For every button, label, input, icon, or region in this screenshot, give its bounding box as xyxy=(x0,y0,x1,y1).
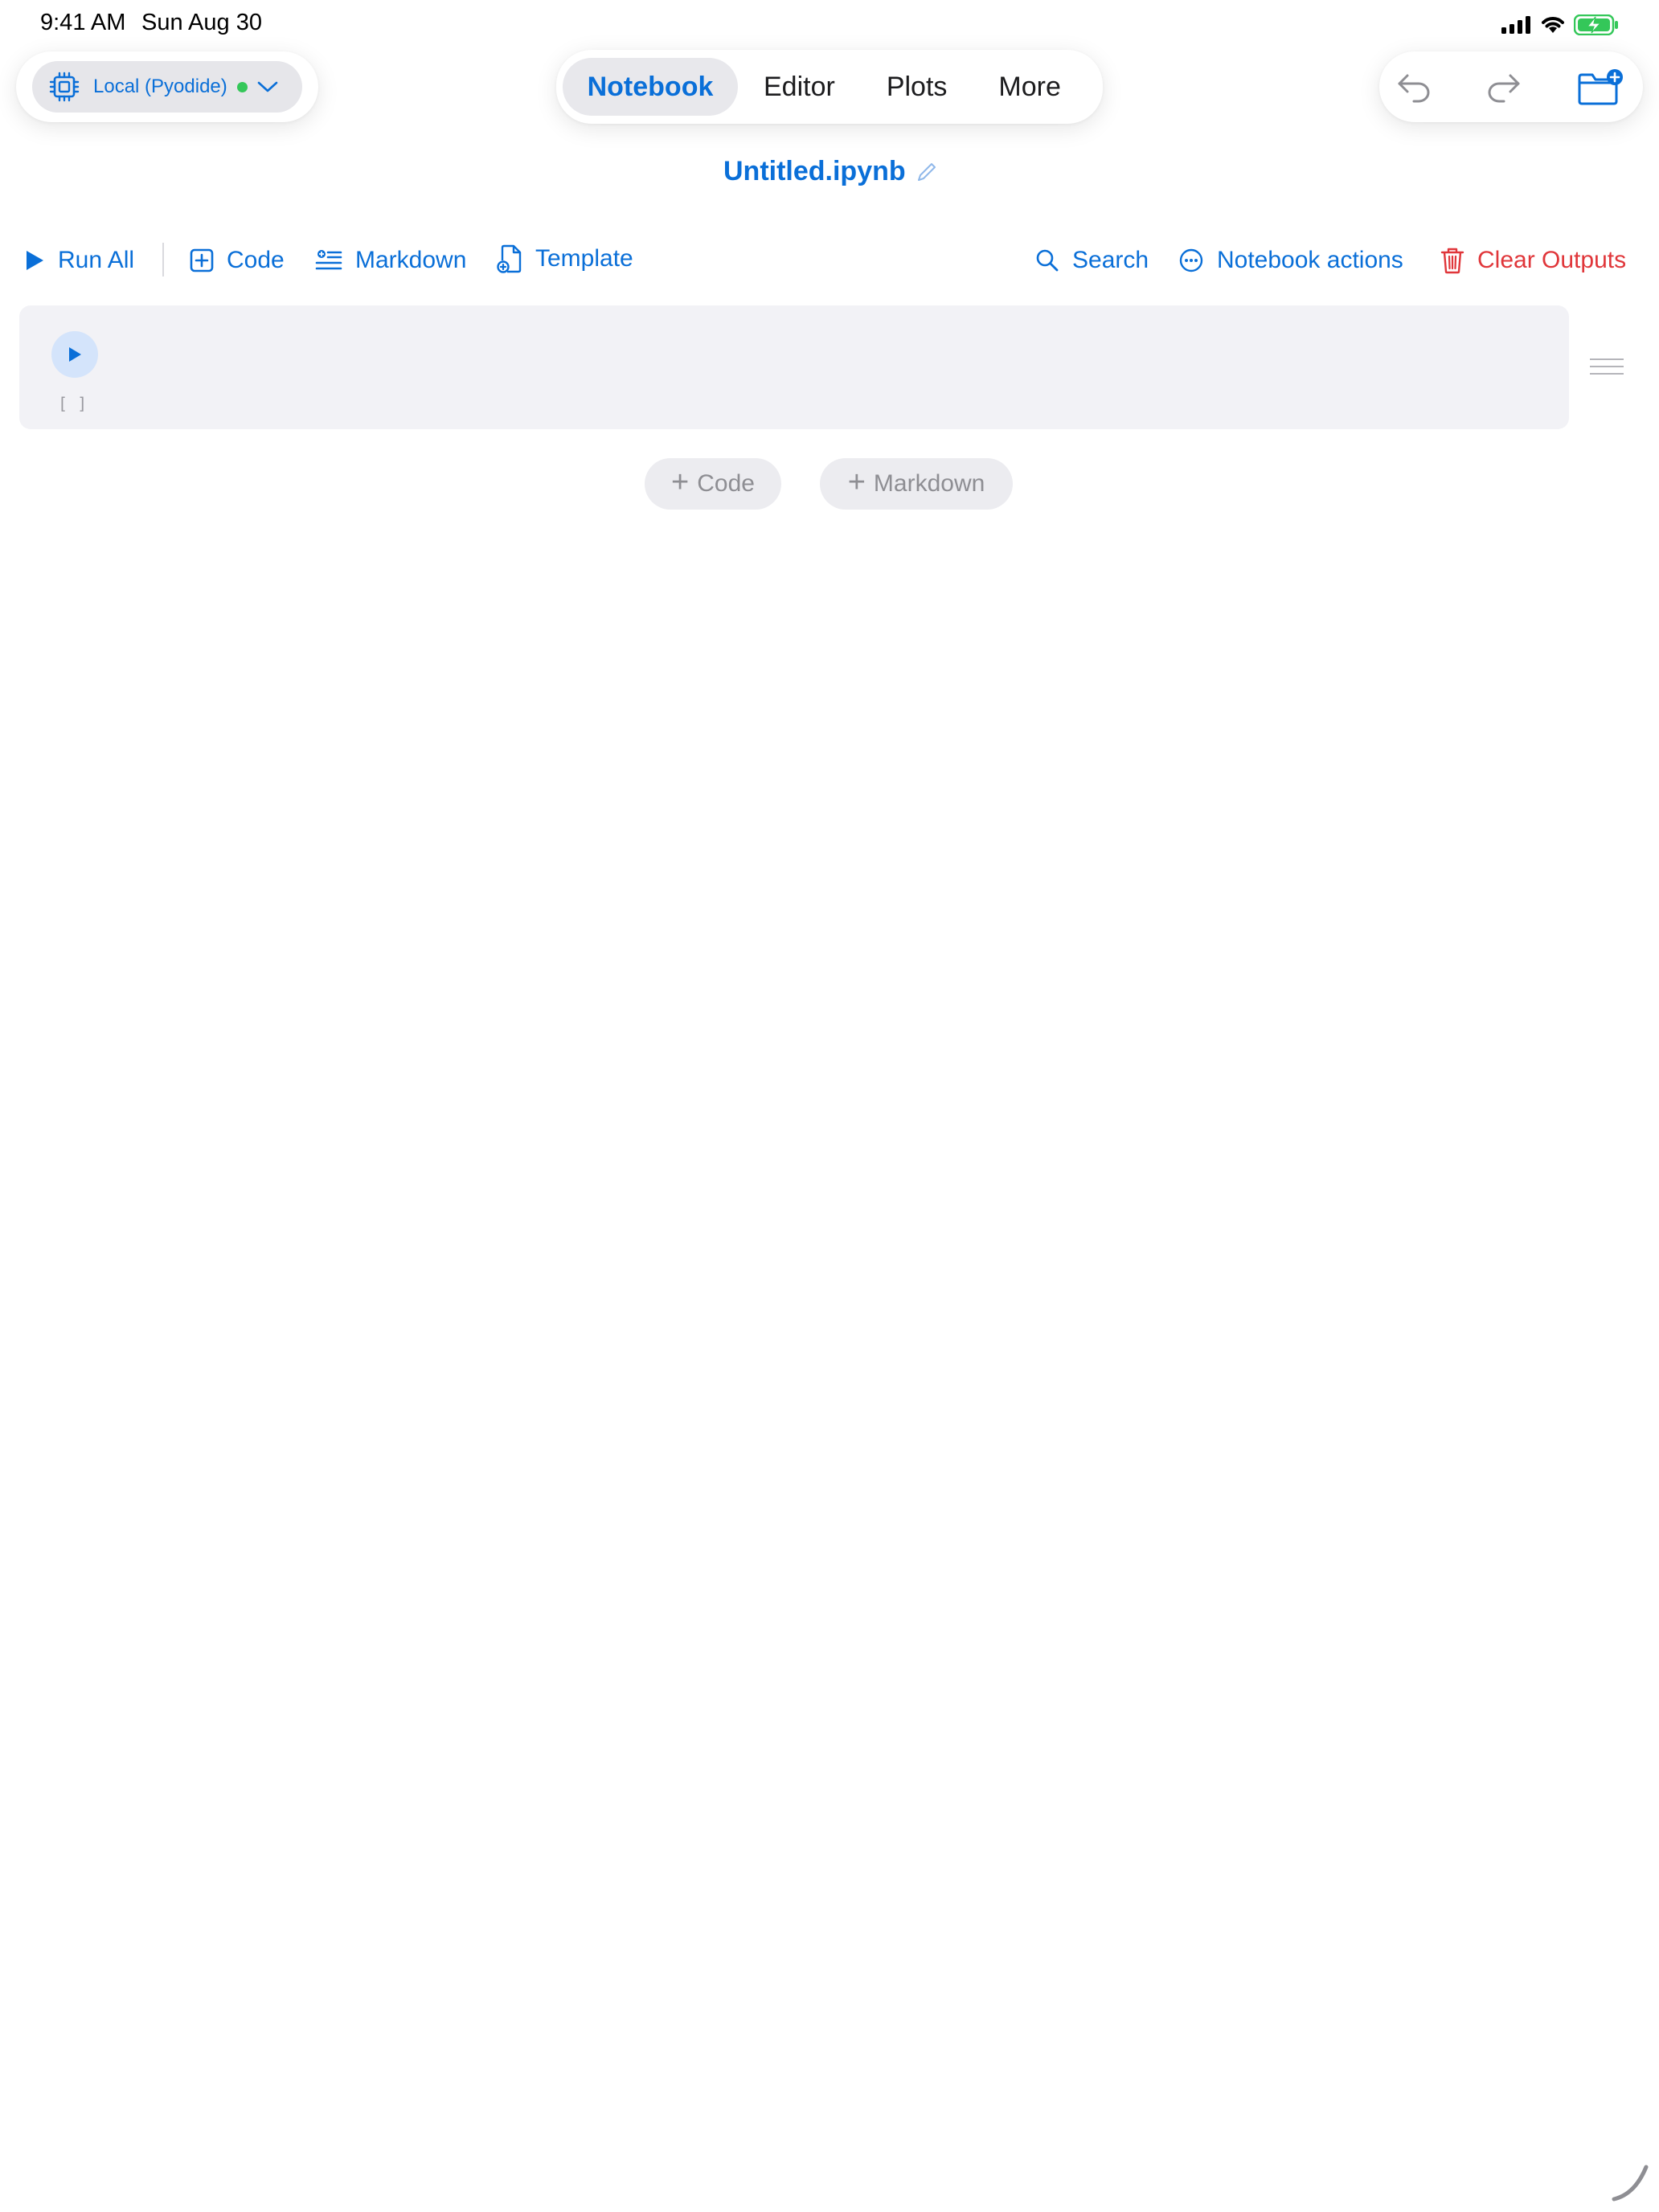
document-title-text: Untitled.ipynb xyxy=(723,156,906,186)
notebook-actions-button[interactable]: Notebook actions xyxy=(1178,240,1403,281)
drag-handle-icon[interactable] xyxy=(1588,357,1625,376)
add-code-label: Code xyxy=(697,470,755,497)
redo-button[interactable] xyxy=(1484,68,1522,106)
tab-more[interactable]: More xyxy=(973,58,1086,116)
tab-plots[interactable]: Plots xyxy=(861,58,973,116)
kernel-label: Local (Pyodide) xyxy=(93,76,227,97)
document-title[interactable]: Untitled.ipynb xyxy=(723,156,938,187)
status-date: Sun Aug 30 xyxy=(141,10,262,35)
kernel-selector-button[interactable]: Local (Pyodide) xyxy=(32,61,302,113)
run-all-button[interactable]: Run All xyxy=(24,240,134,281)
plus-icon: + xyxy=(671,465,690,499)
kernel-selector-container: Local (Pyodide) xyxy=(16,51,318,122)
search-button[interactable]: Search xyxy=(1035,240,1149,281)
tab-notebook[interactable]: Notebook xyxy=(563,58,738,116)
folder-add-icon xyxy=(1578,69,1623,105)
execution-count: [ ] xyxy=(58,394,88,413)
play-icon xyxy=(69,347,81,362)
template-label: Template xyxy=(535,245,633,272)
battery-charging-icon xyxy=(1574,14,1618,35)
code-cell[interactable]: [ ] xyxy=(19,305,1569,429)
history-actions xyxy=(1379,51,1643,122)
add-code-cell-button[interactable]: Code xyxy=(190,240,285,281)
status-icons xyxy=(1501,14,1619,35)
trash-icon xyxy=(1440,248,1464,274)
template-button[interactable]: Template xyxy=(497,238,633,280)
clear-outputs-button[interactable]: Clear Outputs xyxy=(1440,240,1626,281)
undo-icon xyxy=(1398,74,1430,103)
plus-icon: + xyxy=(847,465,866,499)
add-code-cell-inline-button[interactable]: + Code xyxy=(645,458,781,510)
pencil-tip-indicator-icon xyxy=(1612,2165,1649,2202)
cpu-chip-icon xyxy=(49,72,80,102)
new-folder-button[interactable] xyxy=(1575,68,1627,106)
pencil-icon xyxy=(917,162,936,181)
notebook-toolbar: Run All Code Markdown Template Search No… xyxy=(24,240,1640,281)
clear-outputs-label: Clear Outputs xyxy=(1477,247,1627,273)
plus-square-icon xyxy=(190,248,214,272)
add-markdown-cell-button[interactable]: Markdown xyxy=(315,240,466,281)
status-time: 9:41 AM xyxy=(40,10,126,35)
toolbar-divider xyxy=(162,243,164,276)
tab-editor[interactable]: Editor xyxy=(738,58,861,116)
code-label: Code xyxy=(227,247,285,273)
add-markdown-cell-inline-button[interactable]: + Markdown xyxy=(820,458,1013,510)
markdown-label: Markdown xyxy=(355,247,467,273)
text-format-icon xyxy=(315,250,342,270)
play-icon xyxy=(27,251,43,270)
search-icon xyxy=(1036,249,1059,272)
search-label: Search xyxy=(1072,247,1149,273)
run-cell-button[interactable] xyxy=(51,331,98,378)
run-all-label: Run All xyxy=(58,247,135,273)
notebook-actions-label: Notebook actions xyxy=(1217,247,1403,273)
add-markdown-label: Markdown xyxy=(873,470,985,497)
ellipsis-circle-icon xyxy=(1179,248,1203,272)
kernel-status-dot xyxy=(236,81,248,92)
wifi-icon xyxy=(1542,17,1564,33)
status-bar: 9:41 AM Sun Aug 30 xyxy=(0,0,1659,51)
chevron-down-icon xyxy=(257,81,278,92)
document-add-icon xyxy=(497,244,522,273)
redo-icon xyxy=(1488,74,1520,103)
view-tabs: Notebook Editor Plots More xyxy=(556,50,1103,124)
cellular-signal-icon xyxy=(1501,16,1530,34)
undo-button[interactable] xyxy=(1395,68,1434,106)
